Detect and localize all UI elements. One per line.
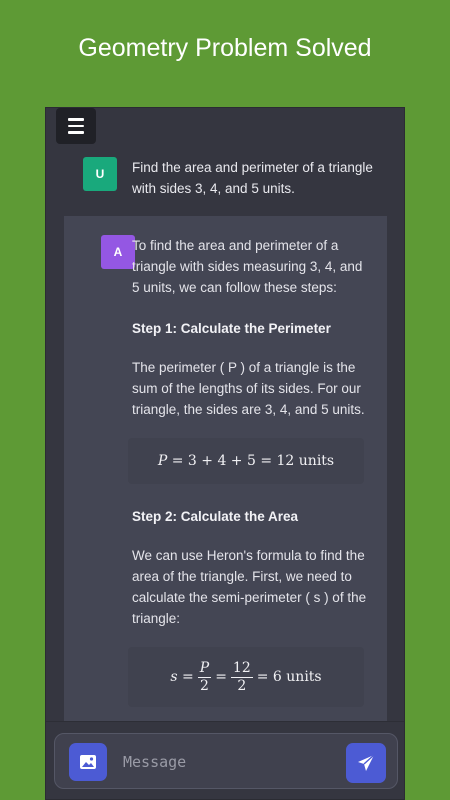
image-icon <box>80 755 96 769</box>
send-icon <box>358 754 375 771</box>
promo-title: Geometry Problem Solved <box>78 34 372 62</box>
attach-image-button[interactable] <box>69 743 107 781</box>
assistant-avatar: A <box>101 235 135 269</box>
send-button[interactable] <box>346 743 386 783</box>
formula-equals: = <box>215 668 227 685</box>
message-input[interactable] <box>123 751 323 773</box>
assistant-message-content: To find the area and perimeter of a tria… <box>128 235 372 729</box>
fraction-numerator: 12 <box>230 659 253 678</box>
assistant-message: A To find the area and perimeter of a tr… <box>64 216 387 799</box>
composer <box>54 733 398 789</box>
formula-s: s = <box>170 668 194 685</box>
formula-p: P <box>157 452 168 469</box>
perimeter-formula: P = 3 + 4 + 5 = 12 units <box>128 438 364 484</box>
menu-button[interactable] <box>56 108 96 144</box>
step1-heading: Step 1: Calculate the Perimeter <box>132 321 331 336</box>
step1-text: The perimeter ( P ) of a triangle is the… <box>132 360 365 417</box>
chat-screen: U Find the area and perimeter of a trian… <box>45 107 405 800</box>
assistant-intro: To find the area and perimeter of a tria… <box>132 238 363 295</box>
user-avatar: U <box>83 157 117 191</box>
fraction-12-over-2: 12 2 <box>230 659 253 695</box>
hamburger-menu-icon <box>68 116 84 136</box>
fraction-denominator: 2 <box>237 677 247 694</box>
step2-heading: Step 2: Calculate the Area <box>132 509 299 524</box>
formula-perimeter-rhs: = 3 + 4 + 5 = 12 units <box>171 452 335 469</box>
fraction-numerator: P <box>197 659 212 678</box>
fraction-denominator: 2 <box>200 677 209 694</box>
semi-perimeter-formula: s = P 2 = 12 2 = 6 units <box>128 647 364 707</box>
user-message-text: Find the area and perimeter of a triangl… <box>132 160 373 196</box>
formula-semi-perimeter-rhs: = 6 units <box>256 668 322 685</box>
step2-text: We can use Heron's formula to find the a… <box>132 548 367 626</box>
user-message: U Find the area and perimeter of a trian… <box>46 150 404 210</box>
fraction-p-over-2: P 2 <box>197 659 212 695</box>
composer-bar <box>46 721 404 799</box>
